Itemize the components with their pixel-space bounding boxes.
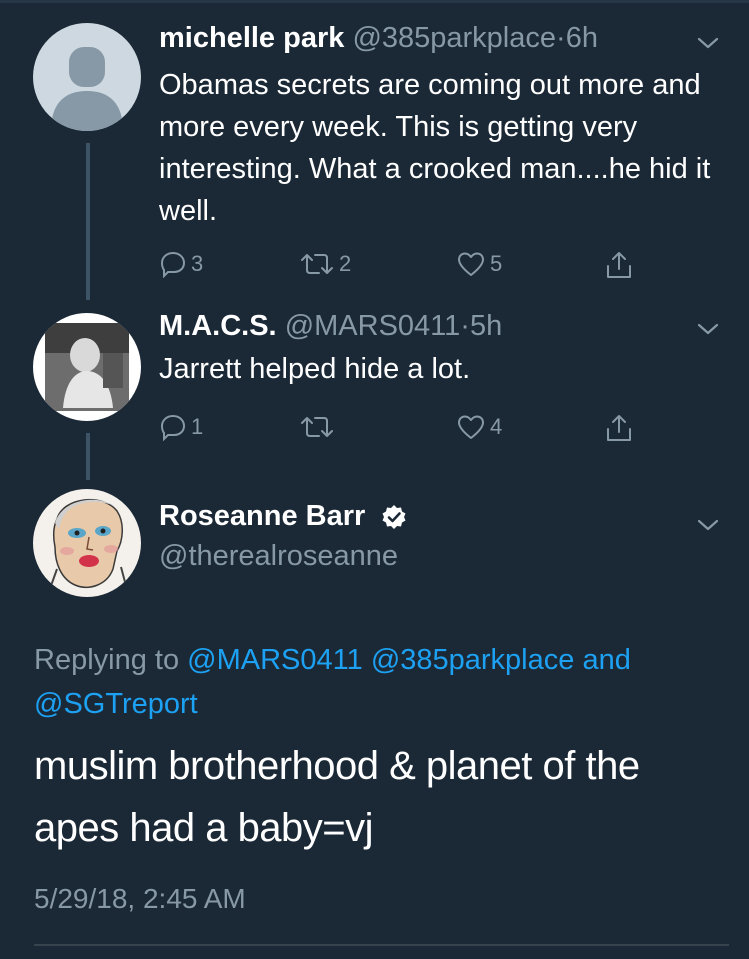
author-block[interactable]: Roseanne Barr: [159, 500, 407, 533]
like-button[interactable]: 5: [456, 250, 502, 278]
tweet-actions: 3 2 5: [159, 250, 639, 280]
heart-icon: [458, 415, 484, 439]
tweet-actions: 1 4: [159, 413, 639, 443]
and-others-link[interactable]: and: [582, 644, 630, 676]
avatar-macs[interactable]: [33, 313, 141, 421]
author-handle[interactable]: @MARS0411: [285, 310, 461, 342]
share-button[interactable]: [605, 250, 633, 280]
author-handle[interactable]: @therealroseanne: [159, 540, 398, 572]
share-icon: [607, 252, 631, 278]
like-button[interactable]: 4: [456, 413, 502, 441]
replying-to: Replying to @MARS0411 @385parkplace and …: [34, 638, 734, 726]
author-name[interactable]: michelle park: [159, 22, 344, 54]
like-count: 5: [490, 251, 503, 276]
reply-icon: [160, 414, 186, 441]
retweet-icon: [301, 417, 333, 437]
separator-dot: ·: [556, 22, 566, 54]
verified-badge-icon: [382, 505, 406, 530]
tweet-time[interactable]: 6h: [566, 22, 598, 54]
thread-line: [86, 433, 90, 480]
heart-icon: [458, 252, 484, 276]
divider: [34, 944, 729, 946]
tweet-time[interactable]: 5h: [470, 310, 502, 342]
avatar-default[interactable]: [33, 23, 141, 131]
share-icon: [607, 415, 631, 441]
retweet-icon: [301, 254, 333, 274]
reply-count: 1: [191, 414, 204, 439]
mention-link[interactable]: @385parkplace: [371, 644, 575, 676]
tweet-macs[interactable]: M.A.C.S. @MARS0411·5h Jarrett helped hid…: [0, 300, 749, 480]
chevron-down-icon[interactable]: [695, 30, 721, 56]
author-handle[interactable]: @385parkplace: [352, 22, 556, 54]
separator-dot: ·: [460, 310, 470, 342]
tweet-text: Jarrett helped hide a lot.: [159, 353, 471, 385]
retweet-count: 2: [339, 251, 352, 276]
share-button[interactable]: [605, 413, 633, 443]
chevron-down-icon[interactable]: [695, 316, 721, 342]
portrait-avatar: [33, 489, 141, 597]
author-name[interactable]: Roseanne Barr: [159, 500, 365, 532]
avatar-roseanne[interactable]: [33, 489, 141, 597]
reply-count: 3: [191, 251, 204, 276]
main-tweet-text: muslim brotherhood & planet of the apes …: [34, 744, 640, 850]
tweet-timestamp[interactable]: 5/29/18, 2:45 AM: [34, 883, 246, 915]
author-handle-line: @therealroseanne: [159, 540, 398, 573]
baby-photo-avatar: [33, 313, 141, 421]
retweet-button[interactable]: [299, 413, 339, 441]
reply-button[interactable]: 1: [159, 413, 203, 441]
author-name[interactable]: M.A.C.S.: [159, 310, 277, 342]
like-count: 4: [490, 414, 503, 439]
replying-prefix: Replying to: [34, 644, 180, 676]
default-avatar-icon: [33, 23, 141, 131]
retweet-button[interactable]: 2: [299, 250, 351, 278]
tweet-text: Obamas secrets are coming out more and m…: [159, 69, 711, 227]
tweet-michelle-park[interactable]: michelle park @385parkplace·6h Obamas se…: [0, 0, 749, 300]
thread-line: [86, 143, 90, 300]
reply-button[interactable]: 3: [159, 250, 203, 278]
tweet-header: M.A.C.S. @MARS0411·5h: [159, 310, 502, 343]
chevron-down-icon[interactable]: [695, 512, 721, 538]
mention-link[interactable]: @MARS0411: [187, 644, 363, 676]
reply-icon: [160, 251, 186, 278]
mention-link[interactable]: @SGTreport: [34, 688, 198, 720]
tweet-header: michelle park @385parkplace·6h: [159, 22, 598, 55]
